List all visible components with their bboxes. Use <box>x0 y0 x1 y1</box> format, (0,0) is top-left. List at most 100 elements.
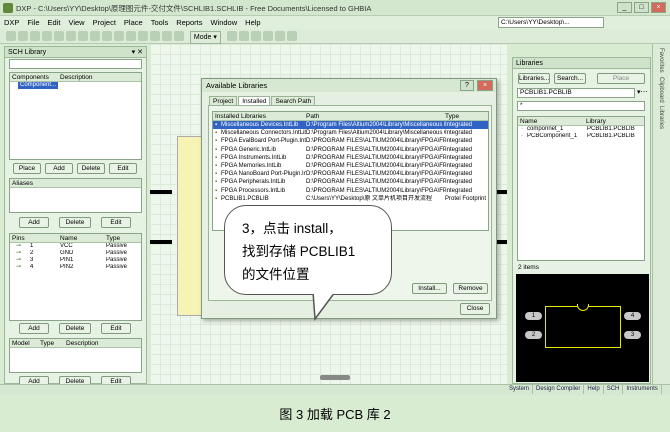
pins-list[interactable]: Pins Name Type ⊸ 1 VCC Passive ⊸ 2 GND Passive ⊸… <box>9 233 142 321</box>
footprint-list[interactable]: Name Library · componnet_1 PCBLIB1.PCBLIB ·… <box>517 116 645 261</box>
menu-edit[interactable]: Edit <box>44 16 65 29</box>
library-icon[interactable] <box>286 31 297 41</box>
menu-view[interactable]: View <box>64 16 88 29</box>
pin-row[interactable]: ⊸ 3 PIN1 Passive <box>10 257 141 264</box>
footprint-preview[interactable]: 1 2 4 3 <box>516 274 649 382</box>
list-item[interactable]: · PCBComponent_1 PCBLIB1.PCBLIB <box>518 133 644 140</box>
close-button[interactable]: Close <box>460 303 490 315</box>
library-path-cell: D:\PROGRAM FILES\ALTIUM2004\Library\FPGA… <box>306 179 445 186</box>
delete-alias-button[interactable]: Delete <box>59 217 91 228</box>
remove-button[interactable]: Remove <box>453 283 488 294</box>
print-icon[interactable] <box>41 31 52 41</box>
dialog-close-x-button[interactable]: × <box>477 80 493 91</box>
pin-icon: ⊸ <box>16 264 22 270</box>
libraries-button[interactable]: Libraries... <box>518 73 550 84</box>
components-header: Components Description <box>10 73 141 82</box>
pin-row[interactable]: ⊸ 2 GND Passive <box>10 250 141 257</box>
aliases-list[interactable]: Aliases <box>9 178 142 213</box>
delete-pin-button[interactable]: Delete <box>59 323 91 334</box>
model-list[interactable]: Model Type Description <box>9 338 142 373</box>
library-select[interactable]: PCBLIB1.PCBLIB <box>517 88 635 98</box>
footprint-filter-input[interactable]: * <box>517 101 645 111</box>
close-window-button[interactable]: × <box>651 2 666 13</box>
menu-dxp[interactable]: DXP <box>0 16 23 29</box>
panel-pin-close[interactable]: ▾ ✕ <box>132 47 146 58</box>
tab-sch[interactable]: SCH <box>604 385 624 394</box>
pin-icon: ⊸ <box>16 257 22 263</box>
component-filter-input[interactable] <box>9 59 142 69</box>
menu-tools[interactable]: Tools <box>147 16 173 29</box>
menu-project[interactable]: Project <box>89 16 120 29</box>
menu-place[interactable]: Place <box>120 16 147 29</box>
tab-help[interactable]: Help <box>584 385 604 394</box>
table-row[interactable]: ▪ Miscellaneous Devices.IntLib D:\Program … <box>213 121 488 130</box>
maximize-button[interactable]: □ <box>634 2 649 13</box>
components-list[interactable]: Components Description Component... <box>9 72 142 160</box>
minimize-button[interactable]: _ <box>617 2 632 13</box>
table-row[interactable]: ▪FPGA NanoBoard Port-Plugin.IntLibD:\PRO… <box>213 170 488 178</box>
open-folder-icon[interactable] <box>17 31 28 41</box>
zoom-fit-icon[interactable] <box>77 31 88 41</box>
add-alias-button[interactable]: Add <box>19 217 49 228</box>
new-file-icon[interactable] <box>5 31 16 41</box>
add-pin-icon[interactable] <box>226 31 237 41</box>
table-row[interactable]: ▪ FPGA Generic.IntLib D:\PROGRAM FILES\ALT… <box>213 146 488 154</box>
horizontal-scrollbar-thumb[interactable] <box>320 375 350 380</box>
add-pin-button[interactable]: Add <box>19 323 49 334</box>
menu-help[interactable]: Help <box>241 16 264 29</box>
table-row[interactable]: ▪ FPGA Memories.IntLib D:\PROGRAM FILES\AL… <box>213 162 488 170</box>
zoom-in-icon[interactable] <box>53 31 64 41</box>
menu-reports[interactable]: Reports <box>172 16 206 29</box>
menu-window[interactable]: Window <box>206 16 241 29</box>
select-icon[interactable] <box>125 31 136 41</box>
list-item[interactable]: · componnet_1 PCBLIB1.PCBLIB <box>518 126 644 133</box>
tab-instruments[interactable]: Instruments <box>623 385 662 394</box>
tab-clipboard[interactable]: Clipboard <box>658 77 664 103</box>
undo-icon[interactable] <box>149 31 160 41</box>
document-path-box[interactable]: C:\Users\YY\Desktop\... <box>498 17 604 28</box>
table-row[interactable]: ▪ PCBLIB1.PCBLIB C:\Users\YY\Desktop\原 文单片… <box>213 195 488 203</box>
callout-tail <box>312 289 337 322</box>
pin-row[interactable]: ⊸ 1 VCC Passive <box>10 243 141 250</box>
library-file-icon: ▪ <box>215 130 218 137</box>
edit-component-button[interactable]: Edit <box>109 163 137 174</box>
footprint-list-header: Name Library <box>518 117 644 126</box>
delete-component-button[interactable]: Delete <box>77 163 105 174</box>
mode-dropdown[interactable]: Mode ▾ <box>189 31 221 44</box>
chevron-down-icon[interactable]: ▾⋯ <box>637 88 648 96</box>
tab-libraries[interactable]: Libraries <box>658 106 664 129</box>
cut-icon[interactable] <box>89 31 100 41</box>
save-icon[interactable] <box>29 31 40 41</box>
menu-file[interactable]: File <box>23 16 43 29</box>
place-footprint-button[interactable]: Place <box>597 73 645 84</box>
table-row[interactable]: ▪ FPGA Peripherals.IntLib D:\PROGRAM FILES… <box>213 178 488 186</box>
tab-design-compiler[interactable]: Design Compiler <box>533 385 585 394</box>
install-button[interactable]: Install... <box>412 283 447 294</box>
paste-icon[interactable] <box>113 31 124 41</box>
move-icon[interactable] <box>137 31 148 41</box>
library-file-icon: ▪ <box>215 146 218 153</box>
tab-system[interactable]: System <box>506 385 534 394</box>
align-icon[interactable] <box>250 31 261 41</box>
copy-icon[interactable] <box>101 31 112 41</box>
pin-row[interactable]: ⊸ 4 PIN2 Passive <box>10 264 141 271</box>
tab-favorites[interactable]: Favorites <box>658 48 664 73</box>
grid-icon[interactable] <box>274 31 285 41</box>
table-row[interactable]: ▪ FPGA EvalBoard Port-Plugin.IntLibD:\PRO… <box>213 137 488 145</box>
edit-alias-button[interactable]: Edit <box>101 217 131 228</box>
add-component-button[interactable]: Add <box>45 163 73 174</box>
redo-icon[interactable] <box>161 31 172 41</box>
place-button[interactable]: Place <box>13 163 41 174</box>
list-item[interactable]: Component... <box>10 82 141 89</box>
remove-pin-icon[interactable] <box>238 31 249 41</box>
dialog-help-button[interactable]: ? <box>460 80 474 91</box>
table-row[interactable]: ▪ FPGA Instruments.IntLib D:\PROGRAM FILES… <box>213 154 488 162</box>
help-icon[interactable] <box>173 31 184 41</box>
table-row[interactable]: ▪ Miscellaneous Connectors.IntLibD:\Progr… <box>213 129 488 137</box>
library-type-cell: Integrated <box>445 138 473 145</box>
place-icon[interactable] <box>262 31 273 41</box>
table-row[interactable]: ▪ FPGA Processors.IntLib D:\PROGRAM FILES\… <box>213 187 488 195</box>
zoom-out-icon[interactable] <box>65 31 76 41</box>
edit-pin-button[interactable]: Edit <box>101 323 131 334</box>
search-button[interactable]: Search... <box>554 73 586 84</box>
